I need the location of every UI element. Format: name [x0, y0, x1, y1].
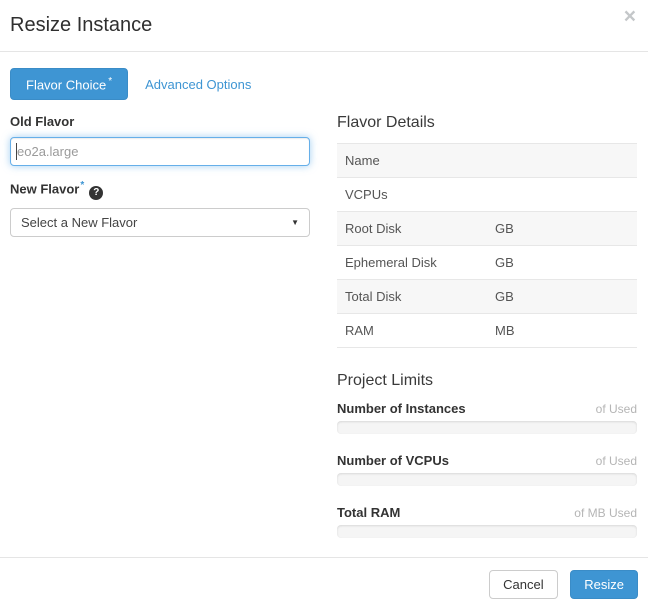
row-value: GB [495, 221, 629, 236]
row-value [495, 153, 629, 168]
tab-advanced-options[interactable]: Advanced Options [145, 77, 251, 92]
row-label: Root Disk [345, 221, 495, 236]
table-row: Name [337, 144, 637, 178]
text-cursor [16, 143, 17, 160]
old-flavor-input[interactable] [10, 137, 310, 166]
limit-label: Total RAM [337, 505, 400, 520]
form-column: Old Flavor New Flavor*? Select a New Fla… [10, 114, 310, 557]
row-value: GB [495, 289, 629, 304]
table-row: Total Disk GB [337, 280, 637, 314]
new-flavor-select-value: Select a New Flavor [21, 215, 137, 230]
row-value [495, 187, 629, 202]
vcpus-progress-bar [337, 473, 637, 486]
ram-progress-bar [337, 525, 637, 538]
close-icon[interactable]: × [624, 6, 636, 27]
limit-item-ram: Total RAM of MB Used [337, 505, 637, 538]
limit-item-vcpus: Number of VCPUs of Used [337, 453, 637, 486]
limit-label: Number of Instances [337, 401, 466, 416]
resize-button[interactable]: Resize [570, 570, 638, 599]
dialog-columns: Old Flavor New Flavor*? Select a New Fla… [10, 114, 638, 557]
table-row: VCPUs [337, 178, 637, 212]
limit-label: Number of VCPUs [337, 453, 449, 468]
old-flavor-label: Old Flavor [10, 114, 310, 129]
limit-usage: of Used [596, 454, 637, 468]
details-column: Flavor Details Name VCPUs Root Disk GB [337, 114, 637, 557]
tab-flavor-choice[interactable]: Flavor Choice* [10, 68, 128, 100]
required-asterisk: * [108, 76, 112, 87]
resize-instance-dialog: Resize Instance × Flavor Choice* Advance… [0, 0, 648, 606]
dialog-title: Resize Instance [10, 11, 636, 39]
limit-usage: of MB Used [574, 506, 637, 520]
limit-head: Number of VCPUs of Used [337, 453, 637, 468]
new-flavor-select[interactable]: Select a New Flavor ▼ [10, 208, 310, 237]
limit-usage: of Used [596, 402, 637, 416]
table-row: Root Disk GB [337, 212, 637, 246]
table-row: Ephemeral Disk GB [337, 246, 637, 280]
dialog-body: Flavor Choice* Advanced Options Old Flav… [0, 52, 648, 557]
tab-flavor-choice-label: Flavor Choice [26, 77, 106, 92]
flavor-details-heading: Flavor Details [337, 114, 637, 132]
row-value: MB [495, 323, 629, 338]
old-flavor-field-wrap [10, 137, 310, 166]
instances-progress-bar [337, 421, 637, 434]
project-limits-heading: Project Limits [337, 372, 637, 390]
row-label: Ephemeral Disk [345, 255, 495, 270]
row-label: VCPUs [345, 187, 495, 202]
row-value: GB [495, 255, 629, 270]
flavor-details-table: Name VCPUs Root Disk GB Ephemeral Disk G… [337, 143, 637, 348]
limit-item-instances: Number of Instances of Used [337, 401, 637, 434]
cancel-button[interactable]: Cancel [489, 570, 557, 599]
dialog-header: Resize Instance × [0, 0, 648, 52]
new-flavor-label-text: New Flavor [10, 182, 79, 197]
caret-down-icon: ▼ [291, 218, 299, 227]
row-label: Name [345, 153, 495, 168]
tab-bar: Flavor Choice* Advanced Options [10, 68, 638, 100]
new-flavor-label: New Flavor*? [10, 180, 310, 199]
dialog-footer: Cancel Resize [0, 557, 648, 606]
row-label: Total Disk [345, 289, 495, 304]
help-icon[interactable]: ? [89, 186, 103, 200]
row-label: RAM [345, 323, 495, 338]
limit-head: Total RAM of MB Used [337, 505, 637, 520]
required-asterisk: * [80, 180, 84, 191]
table-row: RAM MB [337, 314, 637, 348]
limit-head: Number of Instances of Used [337, 401, 637, 416]
